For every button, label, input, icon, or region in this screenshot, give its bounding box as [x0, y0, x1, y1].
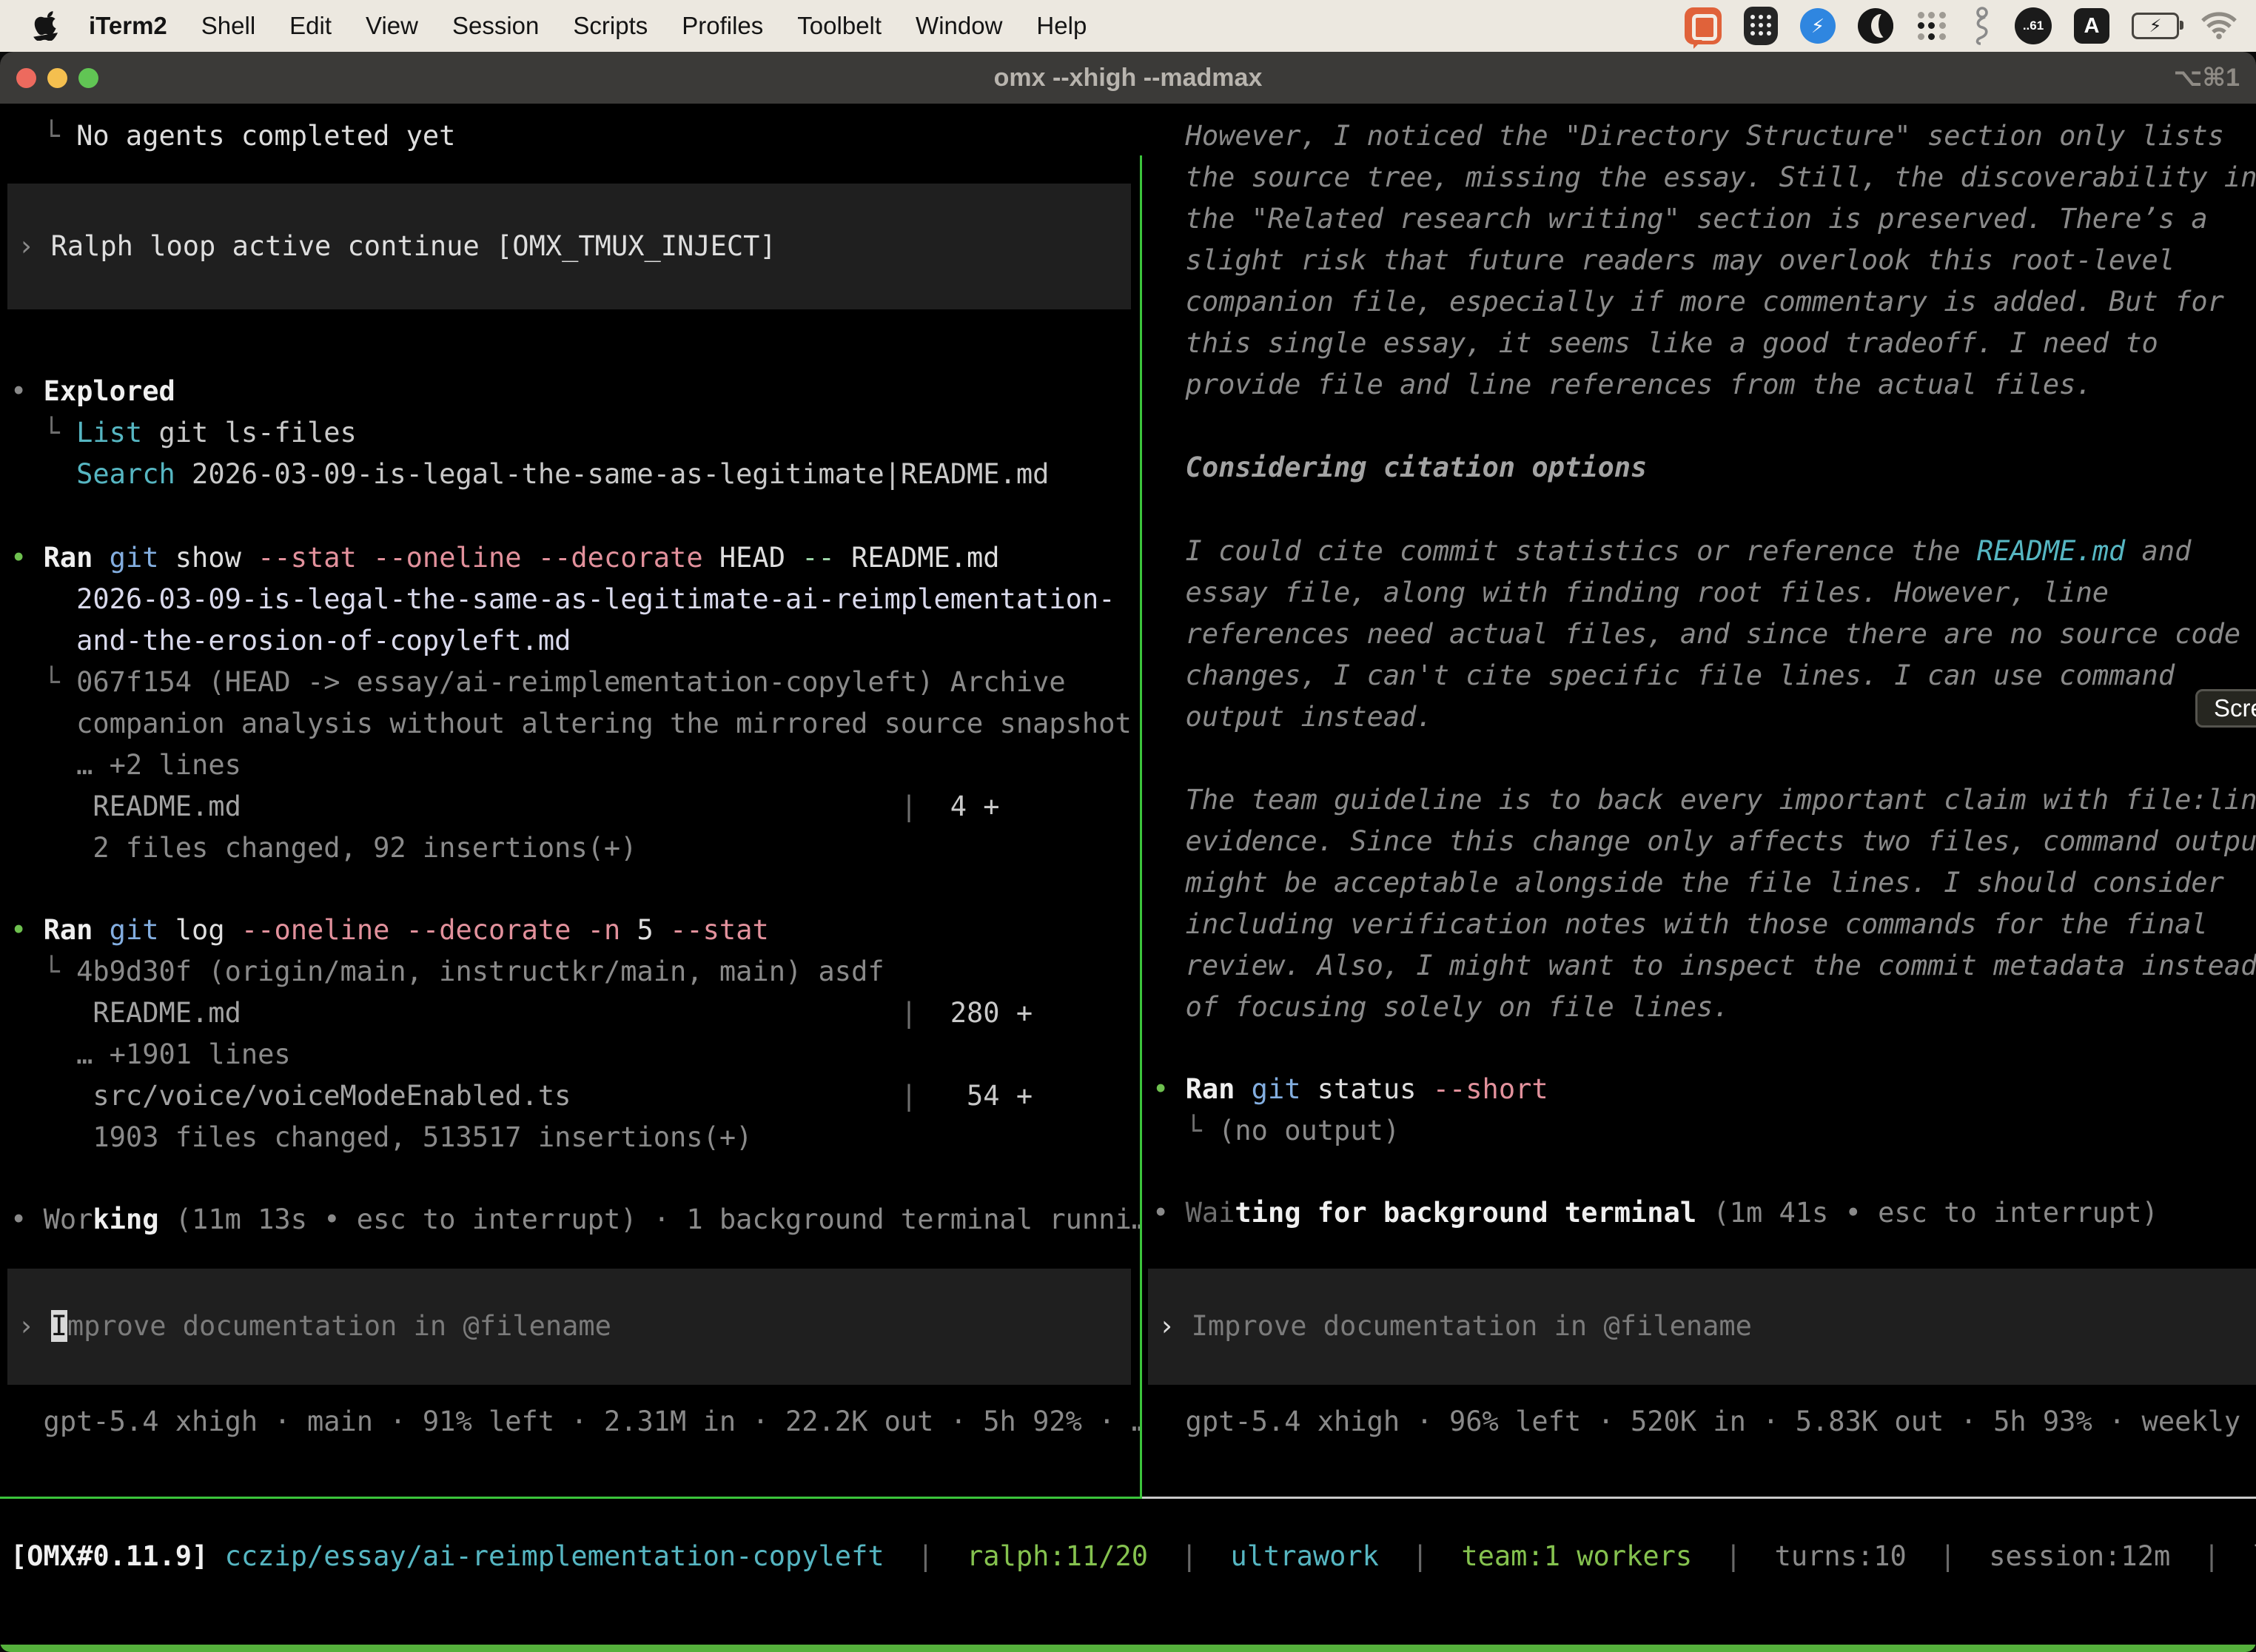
git-show-output-1: └ 067f154 (HEAD -> essay/ai-reimplementa…: [0, 662, 1140, 703]
reasoning-p1-line3: the "Related research writing" section i…: [1142, 198, 2256, 240]
window-title: omx --xhigh --madmax: [0, 64, 2256, 93]
left-input-prompt: › Improve documentation in @filename: [7, 1306, 1131, 1347]
menu-toolbelt[interactable]: Toolbelt: [797, 12, 882, 40]
moon-icon[interactable]: [1858, 8, 1893, 44]
reasoning-p2-line2: essay file, along with finding root file…: [1142, 572, 2256, 614]
reasoning-p3-line3: might be acceptable alongside the file l…: [1142, 862, 2256, 904]
git-log-more-lines: … +1901 lines: [0, 1034, 1140, 1075]
git-show-arg-line-2: and-the-erosion-of-copyleft.md: [0, 620, 1140, 662]
agents-status-line: └ No agents completed yet: [0, 115, 1140, 157]
working-status-line: • Working (11m 13s • esc to interrupt) ·…: [0, 1199, 1140, 1240]
apple-menu-icon[interactable]: [33, 11, 58, 41]
omx-status-bar: [OMX#0.11.9] cczip/essay/ai-reimplementa…: [0, 1536, 2256, 1577]
reasoning-p3-line6: of focusing solely on file lines.: [1142, 987, 2256, 1028]
ralph-loop-prompt: › Ralph loop active continue [OMX_TMUX_I…: [7, 226, 1131, 267]
macos-menu-bar: iTerm2 Shell Edit View Session Scripts P…: [0, 0, 2256, 52]
reasoning-p2-line4: changes, I can't cite specific file line…: [1142, 655, 2256, 696]
reasoning-p1-line4: slight risk that future readers may over…: [1142, 240, 2256, 281]
menu-edit[interactable]: Edit: [289, 12, 332, 40]
window-title-bar[interactable]: omx --xhigh --madmax ⌥⌘1: [0, 52, 2256, 104]
git-log-stat-readme: README.md | 280 +: [0, 993, 1140, 1034]
ralph-loop-prompt-box[interactable]: › Ralph loop active continue [OMX_TMUX_I…: [7, 184, 1131, 309]
git-status-no-output: └ (no output): [1142, 1110, 2256, 1152]
ran-git-show-line: • Ran git show --stat --oneline --decora…: [0, 537, 1140, 579]
screen-share-chip-label: Scre: [2214, 694, 2256, 722]
menu-window[interactable]: Window: [916, 12, 1002, 40]
reasoning-p1-line7: provide file and line references from th…: [1142, 364, 2256, 406]
right-input-box[interactable]: › Improve documentation in @filename: [1148, 1269, 2256, 1385]
reasoning-p2-line3: references need actual files, and since …: [1142, 614, 2256, 655]
right-pane-border: [1142, 1497, 2256, 1499]
reasoning-p1-line2: the source tree, missing the essay. Stil…: [1142, 157, 2256, 198]
blue-badge-icon[interactable]: ⚡: [1800, 8, 1836, 44]
input-source-icon[interactable]: A: [2074, 8, 2109, 44]
git-log-summary: 1903 files changed, 513517 insertions(+): [0, 1117, 1140, 1158]
screen-share-chip[interactable]: Scre: [2195, 689, 2256, 728]
keyboard-grid-icon[interactable]: [1744, 7, 1778, 45]
reasoning-p2-line1: I could cite commit statistics or refere…: [1142, 531, 2256, 572]
battery-icon[interactable]: ⚡: [2132, 13, 2179, 39]
pane-divider[interactable]: [1140, 155, 1142, 1499]
git-show-output-2: companion analysis without altering the …: [0, 703, 1140, 745]
menu-scripts[interactable]: Scripts: [573, 12, 648, 40]
left-input-box[interactable]: › Improve documentation in @filename: [7, 1269, 1131, 1385]
battery-percent-icon[interactable]: ..61: [2015, 7, 2052, 44]
git-log-stat-voice: src/voice/voiceModeEnabled.ts | 54 +: [0, 1075, 1140, 1117]
menu-profiles[interactable]: Profiles: [682, 12, 763, 40]
dots-grid-icon[interactable]: [1916, 10, 1948, 42]
explored-header: • Explored: [0, 371, 1140, 412]
reasoning-p1-line1: However, I noticed the "Directory Struct…: [1142, 115, 2256, 157]
reasoning-p3-line5: review. Also, I might want to inspect th…: [1142, 945, 2256, 987]
menu-help[interactable]: Help: [1036, 12, 1087, 40]
left-agent-pane[interactable]: └ No agents completed yet › Ralph loop a…: [0, 104, 1140, 1459]
waiting-status-line: • Waiting for background terminal (1m 41…: [1142, 1192, 2256, 1234]
reasoning-p3-line1: The team guideline is to back every impo…: [1142, 779, 2256, 821]
reasoning-heading: Considering citation options: [1142, 447, 2256, 488]
explored-search-line: Search 2026-03-09-is-legal-the-same-as-l…: [0, 454, 1140, 495]
menu-iterm2[interactable]: iTerm2: [89, 12, 167, 40]
wifi-icon[interactable]: [2201, 12, 2237, 40]
reasoning-p3-line2: evidence. Since this change only affects…: [1142, 821, 2256, 862]
chat-app-icon[interactable]: [1685, 7, 1722, 44]
ran-git-status-line: • Ran git status --short: [1142, 1069, 2256, 1110]
git-show-summary: 2 files changed, 92 insertions(+): [0, 827, 1140, 869]
ran-git-log-line: • Ran git log --oneline --decorate -n 5 …: [0, 910, 1140, 951]
accessibility-icon[interactable]: [1970, 7, 1993, 45]
menu-session[interactable]: Session: [452, 12, 539, 40]
reasoning-p1-line6: this single essay, it seems like a good …: [1142, 323, 2256, 364]
reasoning-p1-line5: companion file, especially if more comme…: [1142, 281, 2256, 323]
iterm2-window: omx --xhigh --madmax ⌥⌘1 └ No agents com…: [0, 52, 2256, 1652]
battery-bolt-icon: ⚡: [2149, 16, 2162, 36]
explored-list-line: └ List git ls-files: [0, 412, 1140, 454]
left-pane-border: [0, 1497, 1140, 1499]
right-input-prompt: › Improve documentation in @filename: [1148, 1306, 2256, 1347]
git-show-more-lines: … +2 lines: [0, 745, 1140, 786]
menu-view[interactable]: View: [366, 12, 418, 40]
reasoning-p3-line4: including verification notes with those …: [1142, 904, 2256, 945]
git-show-stat-readme: README.md | 4 +: [0, 786, 1140, 827]
git-show-arg-line-1: 2026-03-09-is-legal-the-same-as-legitima…: [0, 579, 1140, 620]
right-model-status-line: gpt-5.4 xhigh · 96% left · 520K in · 5.8…: [1142, 1401, 2256, 1443]
git-log-output-1: └ 4b9d30f (origin/main, instructkr/main,…: [0, 951, 1140, 993]
menu-shell[interactable]: Shell: [201, 12, 255, 40]
terminal-area: └ No agents completed yet › Ralph loop a…: [0, 104, 2256, 1652]
tmux-status-bar: [omx-cczip0:bash* "MacBook-Pro-44.local"…: [0, 1645, 2256, 1652]
right-agent-pane[interactable]: However, I noticed the "Directory Struct…: [1142, 104, 2256, 1459]
menu-status-icons: ⚡ ..61 A ⚡: [1685, 7, 2237, 45]
left-model-status-line: gpt-5.4 xhigh · main · 91% left · 2.31M …: [0, 1401, 1140, 1443]
reasoning-p2-line5: output instead.: [1142, 696, 2256, 738]
